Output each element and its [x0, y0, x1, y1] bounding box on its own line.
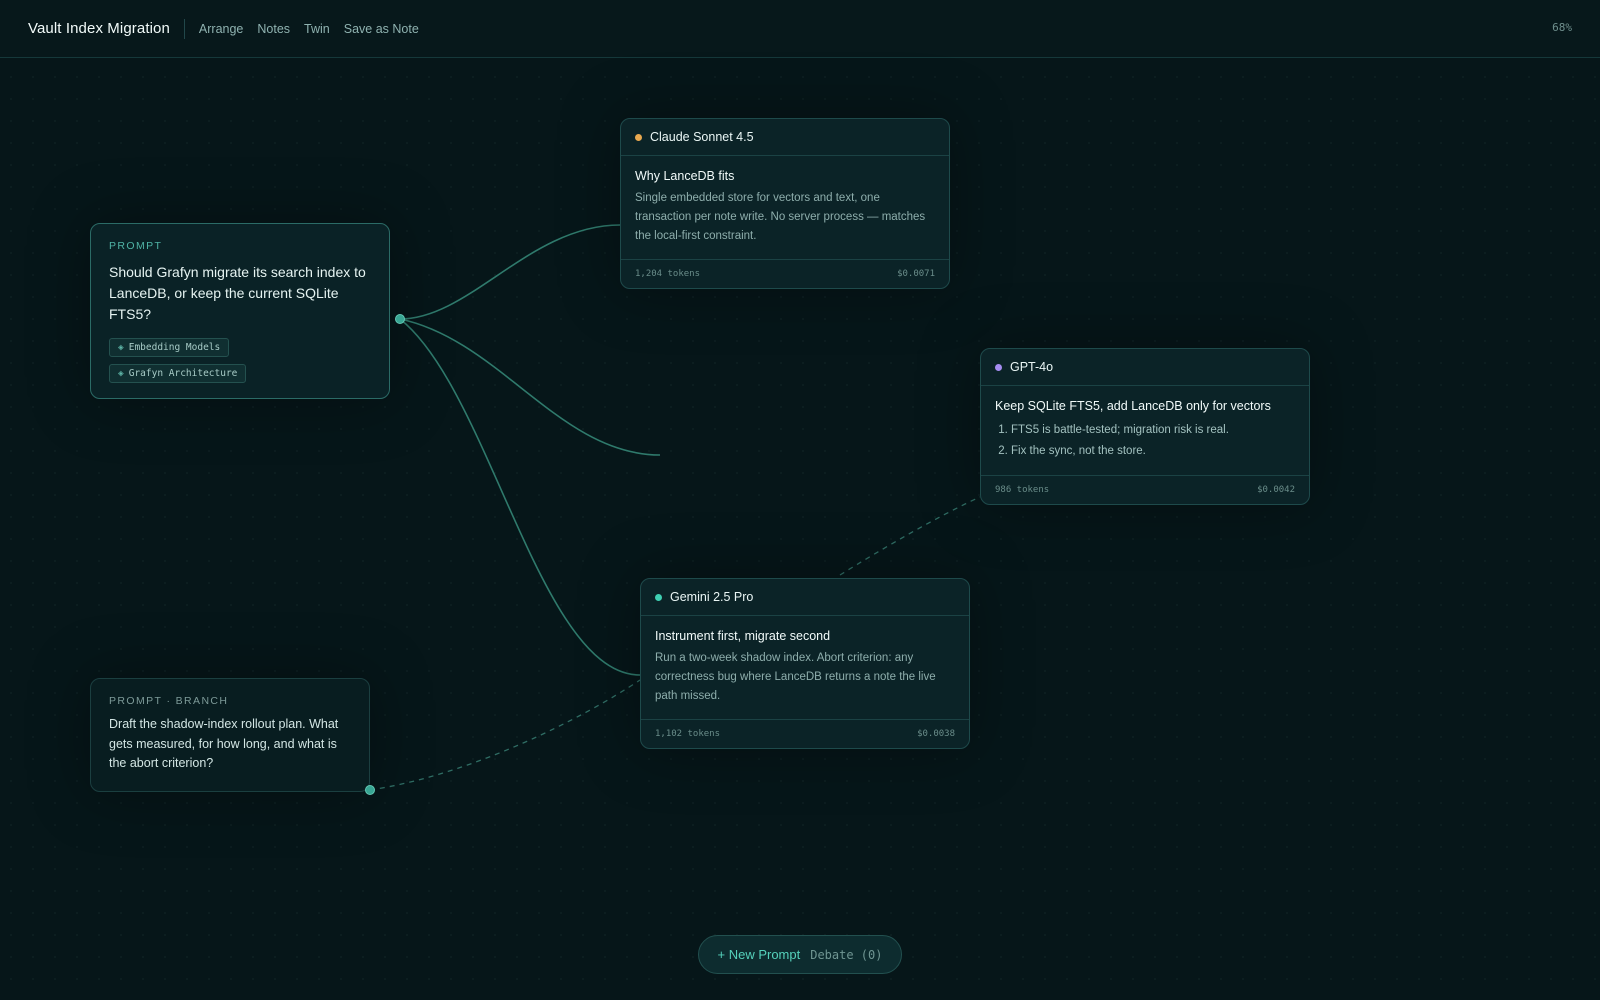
prompt-node[interactable]: PROMPT Should Grafyn migrate its search …: [90, 223, 390, 399]
wire-to-gemini: [399, 318, 641, 676]
card-header: Gemini 2.5 Pro: [641, 579, 969, 616]
card-header: GPT-4o: [981, 349, 1309, 386]
prompt-tags: ◈ Embedding Models ◈ Grafyn Architecture: [109, 331, 371, 383]
branch-kicker: PROMPT · BRANCH: [109, 695, 229, 707]
token-count: 986 tokens: [995, 485, 1050, 495]
card-footer: 986 tokens $0.0042: [981, 475, 1309, 504]
model-name: Claude Sonnet 4.5: [650, 130, 754, 144]
card-text: Single embedded store for vectors and te…: [635, 192, 926, 242]
model-status-dot: [655, 593, 662, 601]
cost: $0.0042: [1257, 485, 1295, 495]
branch-prompt-node[interactable]: PROMPT · BRANCH Draft the shadow-index r…: [90, 678, 370, 792]
model-name: GPT-4o: [1010, 360, 1054, 374]
card-points: FTS5 is battle-tested; migration risk is…: [995, 420, 1295, 462]
cost: $0.0038: [917, 729, 955, 739]
card-body: Why LanceDB fits Single embedded store f…: [621, 156, 949, 258]
card-footer: 1,204 tokens $0.0071: [621, 259, 949, 288]
branch-text: Draft the shadow-index rollout plan. Wha…: [109, 717, 339, 770]
wire-gemini-to-gpt: [839, 496, 981, 576]
gpt-response-card[interactable]: GPT-4o Keep SQLite FTS5, add LanceDB onl…: [980, 348, 1310, 505]
card-title: Why LanceDB fits: [635, 169, 735, 183]
list-item: Fix the sync, not the store.: [1011, 441, 1295, 462]
prompt-output-handle[interactable]: [395, 314, 405, 324]
wire-branch-to-gemini: [369, 679, 641, 791]
model-status-dot: [635, 133, 642, 141]
gemini-response-card[interactable]: Gemini 2.5 Pro Instrument first, migrate…: [640, 578, 970, 749]
claude-response-card[interactable]: Claude Sonnet 4.5 Why LanceDB fits Singl…: [620, 118, 950, 289]
card-body: Keep SQLite FTS5, add LanceDB only for v…: [981, 386, 1309, 474]
wire-to-gpt: [399, 318, 661, 456]
list-item: FTS5 is battle-tested; migration risk is…: [1011, 420, 1295, 441]
new-prompt-button[interactable]: + New Prompt: [718, 947, 801, 962]
card-header: Claude Sonnet 4.5: [621, 119, 949, 156]
tag-grafyn-architecture[interactable]: ◈ Grafyn Architecture: [109, 364, 247, 383]
card-title: Instrument first, migrate second: [655, 629, 831, 643]
model-status-dot: [995, 363, 1002, 371]
debate-button[interactable]: Debate (0): [810, 948, 882, 962]
token-count: 1,102 tokens: [655, 729, 721, 739]
card-footer: 1,102 tokens $0.0038: [641, 719, 969, 748]
cost: $0.0071: [897, 269, 935, 279]
branch-output-handle[interactable]: [365, 785, 375, 795]
tag-embedding-models[interactable]: ◈ Embedding Models: [109, 338, 230, 357]
card-title: Keep SQLite FTS5, add LanceDB only for v…: [995, 399, 1271, 413]
card-text: Run a two-week shadow index. Abort crite…: [655, 652, 936, 702]
bottom-toolbar: + New Prompt Debate (0): [698, 935, 902, 974]
diamond-icon: ◈: [118, 342, 124, 353]
prompt-kicker: PROMPT: [109, 240, 163, 252]
token-count: 1,204 tokens: [635, 269, 701, 279]
prompt-text: Should Grafyn migrate its search index t…: [109, 264, 366, 322]
diamond-icon: ◈: [118, 368, 124, 379]
model-name: Gemini 2.5 Pro: [670, 590, 754, 604]
wire-to-claude: [399, 224, 621, 320]
card-body: Instrument first, migrate second Run a t…: [641, 616, 969, 718]
